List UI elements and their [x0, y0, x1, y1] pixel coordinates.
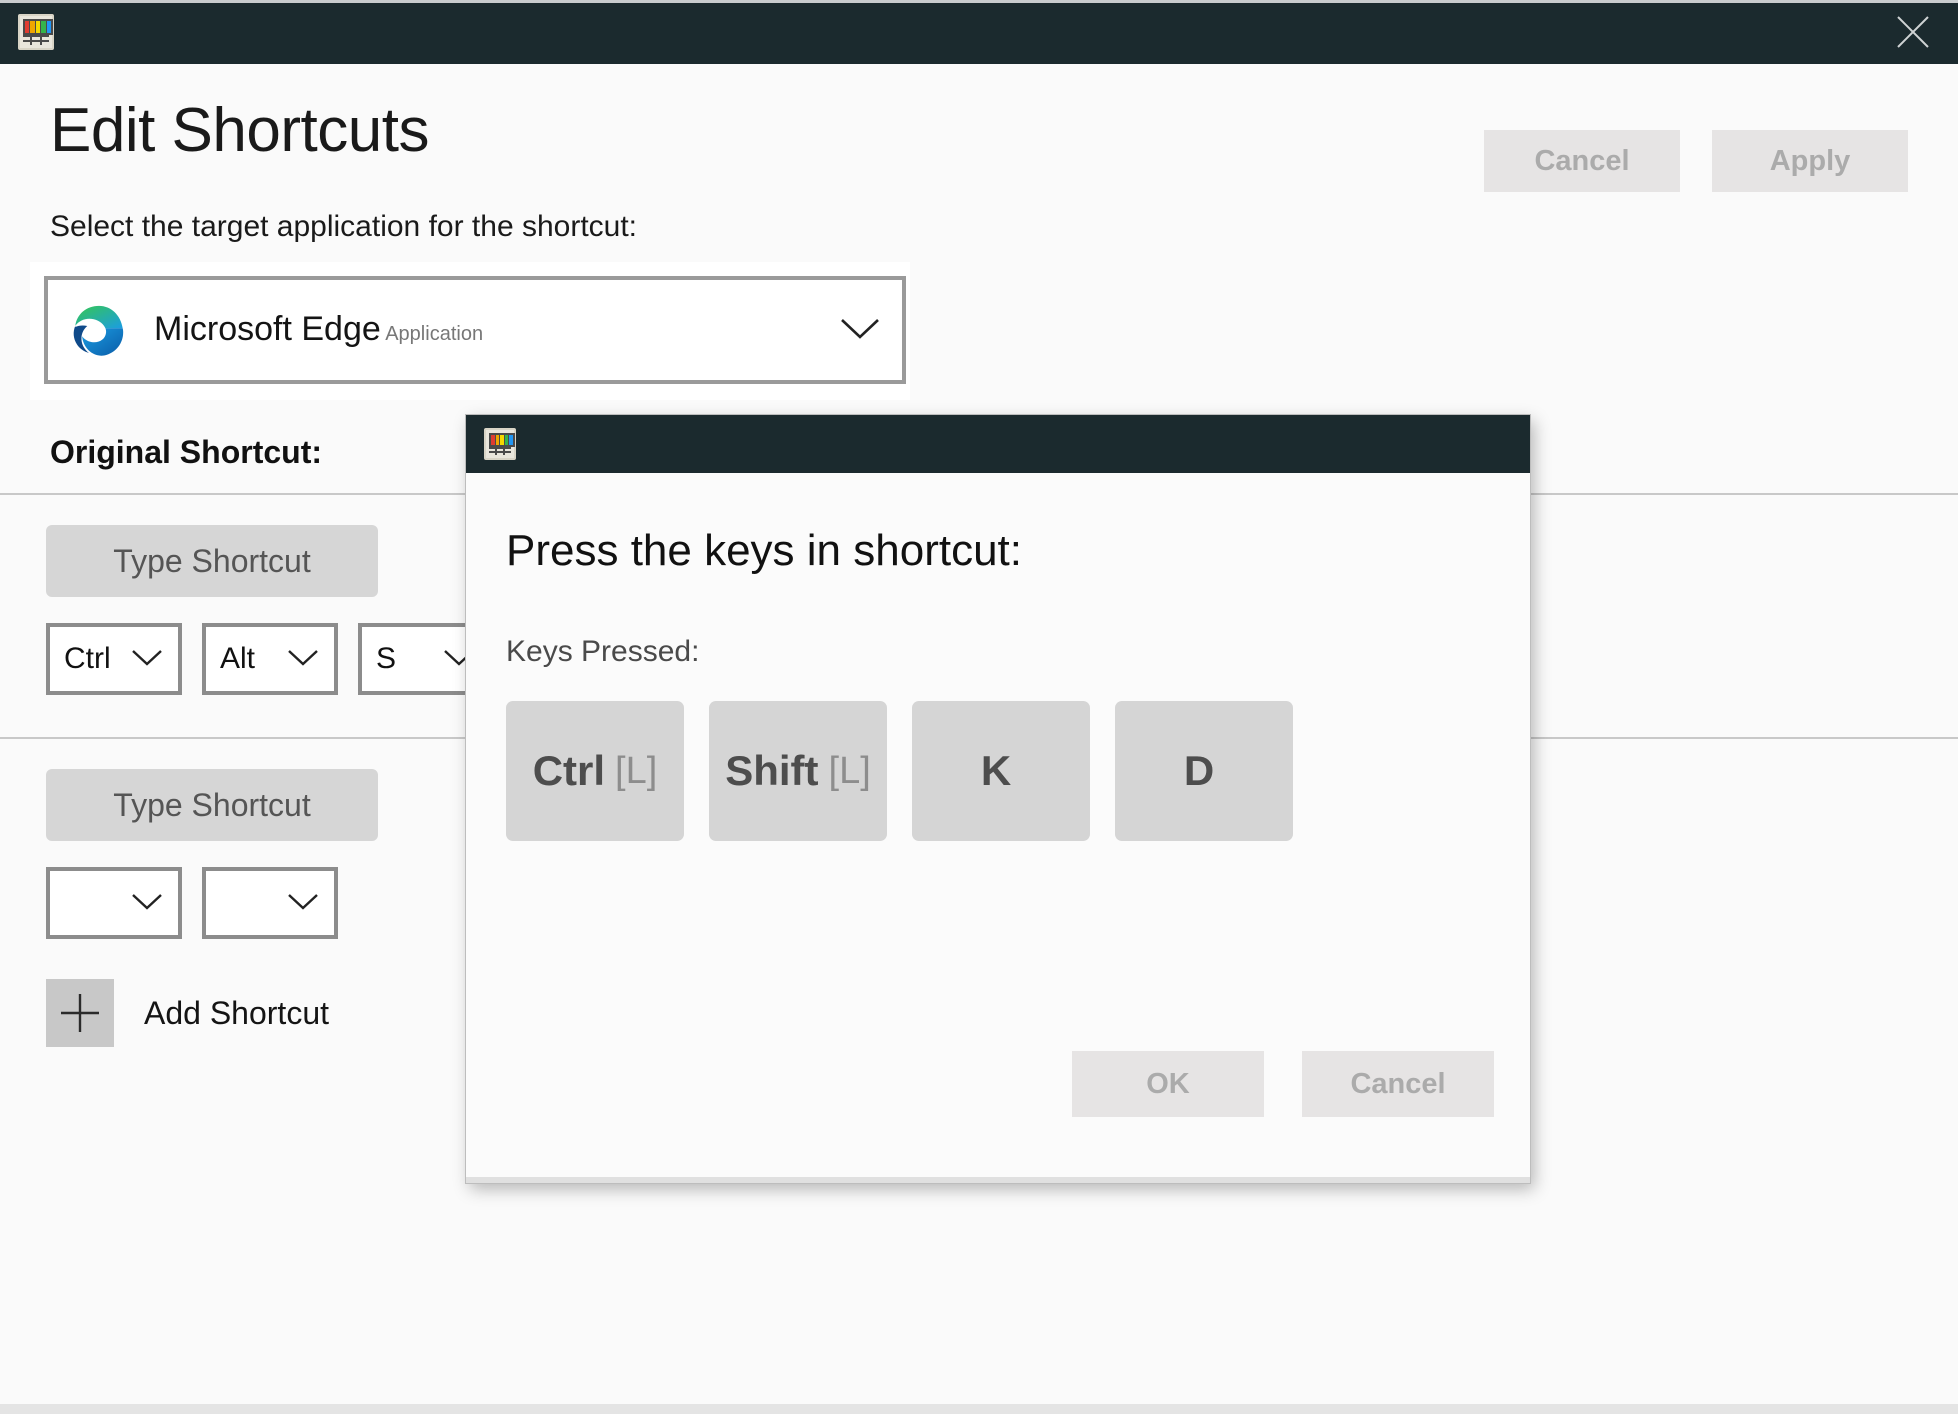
window-bottom-edge	[0, 1404, 1958, 1414]
dialog-ok-button[interactable]: OK	[1072, 1051, 1264, 1117]
close-icon[interactable]	[1868, 0, 1958, 64]
target-app-prompt: Select the target application for the sh…	[50, 210, 638, 243]
dialog-body: Press the keys in shortcut: Keys Pressed…	[466, 473, 1530, 1177]
keys-pressed-label: Keys Pressed:	[506, 635, 700, 669]
key-chip: D	[1115, 701, 1293, 842]
dropdown-value: Ctrl	[64, 642, 111, 675]
header-actions: Cancel Apply	[1484, 98, 1908, 192]
type-shortcut-button-1[interactable]: Type Shortcut	[46, 525, 378, 597]
dialog-app-icon	[480, 424, 520, 464]
dialog-actions: OK Cancel	[1072, 1051, 1494, 1117]
plus-icon[interactable]	[46, 979, 114, 1047]
dialog-titlebar	[466, 415, 1530, 473]
press-keys-dialog: Press the keys in shortcut: Keys Pressed…	[466, 415, 1530, 1183]
dialog-title: Press the keys in shortcut:	[506, 526, 1022, 575]
titlebar-top-hairline	[0, 0, 1958, 3]
chevron-down-icon	[128, 646, 166, 673]
key-chip: Shift [L]	[709, 701, 887, 842]
dialog-bottom-edge	[466, 1177, 1530, 1183]
chevron-down-icon	[128, 890, 166, 917]
key-main: K	[980, 747, 1012, 795]
key-main: Shift	[725, 747, 819, 795]
cancel-button[interactable]: Cancel	[1484, 130, 1680, 192]
app-icon	[14, 10, 58, 54]
shortcut-key-dropdown-1-1[interactable]: Ctrl	[46, 623, 182, 695]
dropdown-value: Alt	[220, 642, 256, 675]
chevron-down-icon	[284, 646, 322, 673]
target-app-type: Application	[385, 323, 484, 346]
add-shortcut-label: Add Shortcut	[144, 994, 329, 1031]
microsoft-edge-icon	[70, 301, 128, 359]
window-titlebar	[0, 0, 1958, 64]
key-side: [L]	[828, 749, 871, 792]
shortcut-key-dropdown-2-2[interactable]	[202, 867, 338, 939]
target-app-name: Microsoft Edge	[154, 310, 381, 349]
key-main: Ctrl	[532, 747, 606, 795]
keys-pressed-list: Ctrl [L] Shift [L] K D	[506, 701, 1488, 842]
shortcut-key-dropdown-2-1[interactable]	[46, 867, 182, 939]
chevron-down-icon	[836, 313, 884, 348]
page-title: Edit Shortcuts	[50, 96, 429, 165]
key-chip: K	[912, 701, 1090, 842]
apply-button[interactable]: Apply	[1712, 130, 1908, 192]
dropdown-value: S	[376, 642, 397, 675]
page-header: Edit Shortcuts Cancel Apply	[0, 64, 1958, 192]
target-app-picker-shell: Microsoft Edge Application	[30, 262, 910, 400]
shortcut-key-dropdown-1-2[interactable]: Alt	[202, 623, 338, 695]
key-chip: Ctrl [L]	[506, 701, 684, 842]
key-main: D	[1183, 747, 1215, 795]
chevron-down-icon	[284, 890, 322, 917]
target-app-combobox[interactable]: Microsoft Edge Application	[44, 276, 906, 384]
type-shortcut-button-2[interactable]: Type Shortcut	[46, 769, 378, 841]
key-side: [L]	[615, 749, 658, 792]
dialog-cancel-button[interactable]: Cancel	[1302, 1051, 1494, 1117]
